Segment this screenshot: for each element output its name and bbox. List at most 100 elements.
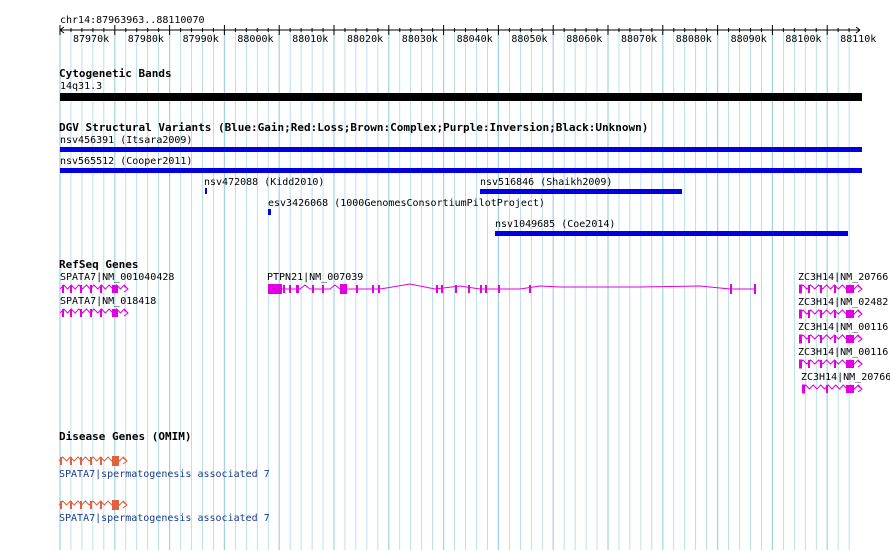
- cytoband-14q31-3[interactable]: [60, 93, 862, 101]
- gene-label[interactable]: PTPN21|NM_007039: [267, 272, 363, 284]
- gene-exon: [834, 335, 836, 343]
- cytoband-track-title: Cytogenetic Bands: [59, 67, 172, 80]
- gene-exon: [80, 285, 82, 293]
- gene-exon: [820, 360, 822, 368]
- gene-model[interactable]: [58, 500, 128, 510]
- gene-exon: [436, 285, 438, 293]
- gene-exon: [62, 285, 64, 293]
- gene-exon: [820, 335, 822, 343]
- gene-exon: [70, 285, 72, 293]
- gene-exon: [799, 309, 802, 319]
- gene-model[interactable]: [58, 456, 128, 466]
- dgv-variant-bar[interactable]: [60, 147, 862, 152]
- dgv-variant-label[interactable]: nsv1049685 (Coe2014): [495, 219, 615, 231]
- gene-exon: [480, 285, 482, 293]
- gene-exon: [808, 310, 810, 318]
- gene-exon: [808, 360, 810, 368]
- gene-exon: [60, 457, 62, 465]
- gene-exon: [100, 457, 102, 465]
- gene-exon: [322, 285, 324, 293]
- gene-model[interactable]: [59, 284, 129, 293]
- gene-exon: [808, 285, 810, 293]
- dgv-variant-label[interactable]: esv3426068 (1000GenomesConsortiumPilotPr…: [268, 198, 545, 210]
- ruler-tick-label: 88110k: [840, 34, 877, 45]
- gene-exon: [100, 309, 102, 317]
- gene-exon: [529, 285, 531, 293]
- gene-exon: [70, 457, 72, 465]
- gene-exon: [112, 285, 118, 293]
- gene-model[interactable]: [798, 359, 863, 369]
- cytoband-label[interactable]: 14q31.3: [60, 81, 102, 93]
- gene-label[interactable]: ZC3H14|NM_02482: [798, 297, 888, 309]
- dgv-variant-bar[interactable]: [495, 231, 848, 236]
- strand-arrow: [123, 309, 129, 317]
- location-label: chr14:87963963..88110070: [60, 15, 205, 26]
- strand-arrow: [857, 285, 863, 293]
- strand-arrow: [857, 310, 863, 318]
- gene-model[interactable]: [798, 284, 863, 294]
- gene-exon: [268, 284, 282, 294]
- gene-label[interactable]: ZC3H14|NM_20766: [801, 372, 890, 384]
- gene-exon: [834, 310, 836, 318]
- omim-gene-label[interactable]: SPATA7|spermatogenesis associated 7: [59, 513, 270, 525]
- gene-exon: [820, 285, 822, 293]
- ruler-tick-label: 88090k: [730, 34, 767, 45]
- ruler-tick-label: 87980k: [127, 34, 164, 45]
- gene-exon: [808, 335, 810, 343]
- gene-exon: [80, 457, 82, 465]
- omim-track-title: Disease Genes (OMIM): [59, 430, 192, 443]
- gene-exon: [70, 501, 72, 509]
- gene-exon: [340, 284, 347, 294]
- genome-browser-panel: chr14:87963963..88110070 87970k 87980k 879…: [0, 0, 890, 550]
- dgv-variant-label[interactable]: nsv516846 (Shaikh2009): [480, 177, 612, 189]
- dgv-track-title: DGV Structural Variants (Blue:Gain;Red:L…: [59, 121, 649, 134]
- dgv-variant-label[interactable]: nsv456391 (Itsara2009): [60, 135, 192, 147]
- gene-exon: [846, 310, 854, 318]
- gene-exon: [312, 285, 314, 293]
- gene-model[interactable]: [59, 308, 129, 317]
- gene-exon: [799, 359, 802, 369]
- ruler-tick-label: 88000k: [237, 34, 274, 45]
- ruler-tick-label: 88060k: [566, 34, 603, 45]
- gene-exon: [799, 334, 802, 344]
- dgv-variant-bar[interactable]: [480, 189, 682, 194]
- gene-exon: [356, 285, 358, 293]
- ruler-tick-label: 88050k: [511, 34, 548, 45]
- gene-exon: [378, 285, 380, 293]
- gene-exon: [283, 285, 285, 293]
- gene-exon: [60, 501, 62, 509]
- strand-arrow: [857, 335, 863, 343]
- gene-exon: [498, 285, 500, 293]
- gene-exon: [846, 335, 854, 343]
- gene-model[interactable]: [798, 334, 863, 344]
- strand-arrow: [123, 285, 129, 293]
- gene-exon: [441, 285, 443, 293]
- strand-arrow: [857, 360, 863, 368]
- dgv-variant-bar[interactable]: [60, 168, 862, 173]
- gene-exon: [730, 284, 732, 294]
- gene-label[interactable]: ZC3H14|NM_00116: [798, 347, 888, 359]
- strand-arrow: [857, 385, 863, 393]
- gene-exon: [70, 309, 72, 317]
- gene-label[interactable]: ZC3H14|NM_00116: [798, 322, 888, 334]
- gene-model[interactable]: [268, 283, 756, 294]
- gene-model[interactable]: [801, 384, 863, 394]
- refseq-track-title: RefSeq Genes: [59, 258, 139, 271]
- gene-exon: [826, 385, 828, 393]
- gene-exon: [802, 384, 805, 394]
- gene-exon: [100, 285, 102, 293]
- dgv-variant-label[interactable]: nsv472088 (Kidd2010): [204, 177, 324, 189]
- omim-gene-label[interactable]: SPATA7|spermatogenesis associated 7: [59, 469, 270, 481]
- gene-label[interactable]: SPATA7|NM_001040428: [60, 272, 174, 284]
- gene-exon: [485, 285, 487, 293]
- gene-exon: [846, 385, 854, 393]
- strand-arrow: [122, 457, 128, 465]
- gene-model[interactable]: [798, 309, 863, 319]
- gene-label[interactable]: ZC3H14|NM_20766: [798, 272, 888, 284]
- gene-exon: [90, 501, 92, 509]
- gene-exon: [90, 285, 92, 293]
- dgv-variant-label[interactable]: nsv565512 (Cooper2011): [60, 156, 192, 168]
- gene-exon: [468, 285, 470, 293]
- gene-exon: [820, 310, 822, 318]
- gene-label[interactable]: SPATA7|NM_018418: [60, 296, 156, 308]
